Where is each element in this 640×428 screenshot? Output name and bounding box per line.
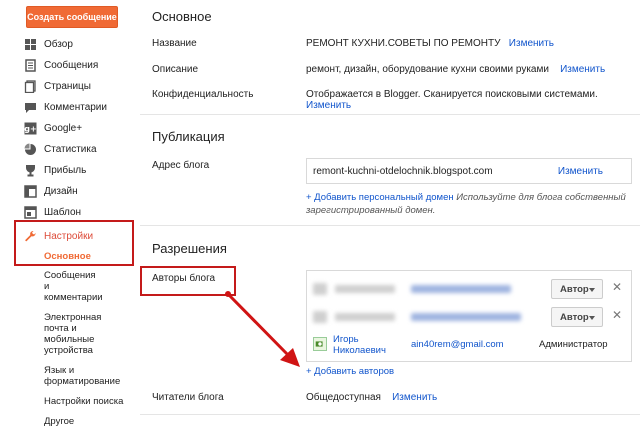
blog-readers-label: Читатели блога — [152, 392, 224, 403]
edit-description-link[interactable]: Изменить — [560, 64, 605, 75]
sidebar-item-stats[interactable]: Статистика — [0, 139, 140, 160]
posts-icon — [24, 59, 37, 72]
chevron-down-icon — [589, 316, 595, 320]
description-label: Описание — [152, 64, 199, 75]
sidebar-sub-search[interactable]: Настройки поиска — [0, 396, 140, 407]
svg-text:g+: g+ — [24, 125, 36, 134]
sidebar-item-label: Обзор — [44, 39, 73, 50]
redacted-author-name — [335, 285, 395, 293]
blog-address-value: remont-kuchni-otdelochnik.blogspot.com — [313, 165, 493, 177]
settings-highlight-box — [14, 220, 134, 266]
redacted-author-email — [411, 285, 511, 293]
sidebar-item-earnings[interactable]: Прибыль — [0, 160, 140, 181]
divider — [140, 114, 640, 115]
sidebar-item-label: Шаблон — [44, 207, 82, 218]
create-post-button[interactable]: Создать сообщение — [26, 6, 118, 28]
redacted-author-name — [335, 313, 395, 321]
section-title-publishing: Публикация — [152, 129, 225, 144]
edit-readers-link[interactable]: Изменить — [392, 392, 437, 403]
sidebar-item-posts[interactable]: Сообщения — [0, 55, 140, 76]
blog-readers-value: Общедоступная Изменить — [306, 392, 437, 403]
author-row-admin: Игорь Николаевич ain40rem@gmail.com Адми… — [307, 331, 631, 359]
admin-email: ain40rem@gmail.com — [411, 339, 504, 350]
privacy-label: Конфиденциальность — [152, 89, 254, 100]
authors-list: Автор ✕ Автор ✕ Игорь Николаевич ain40re… — [306, 270, 632, 362]
readers-text: Общедоступная — [306, 392, 381, 403]
role-label: Автор — [560, 311, 589, 323]
overview-icon — [24, 38, 37, 51]
authors-highlight-box — [140, 266, 236, 296]
comments-icon — [24, 101, 37, 114]
blog-name-label: Название — [152, 38, 197, 49]
blog-address-box: remont-kuchni-otdelochnik.blogspot.com И… — [306, 158, 632, 184]
sidebar: Создать сообщение Обзор Сообщения Страни… — [0, 0, 140, 428]
add-authors-link[interactable]: + Добавить авторов — [306, 366, 394, 377]
section-title-basic: Основное — [152, 9, 212, 24]
divider — [140, 225, 640, 226]
stats-icon — [24, 143, 37, 156]
sidebar-item-pages[interactable]: Страницы — [0, 76, 140, 97]
privacy-value: Отображается в Blogger. Сканируется поис… — [306, 89, 640, 111]
pages-icon — [24, 80, 37, 93]
sidebar-item-label: Сообщения — [44, 60, 99, 71]
sidebar-sub-other[interactable]: Другое — [0, 416, 140, 427]
author-role-dropdown[interactable]: Автор — [551, 307, 603, 327]
edit-address-link[interactable]: Изменить — [558, 166, 603, 177]
layout-icon — [24, 185, 37, 198]
privacy-text: Отображается в Blogger. Сканируется поис… — [306, 89, 598, 100]
blog-name-value: РЕМОНТ КУХНИ.СОВЕТЫ ПО РЕМОНТУ Изменить — [306, 38, 554, 49]
role-label: Автор — [560, 283, 589, 295]
admin-role: Администратор — [539, 339, 608, 350]
author-row: Автор ✕ — [307, 275, 631, 303]
blog-name-text: РЕМОНТ КУХНИ.СОВЕТЫ ПО РЕМОНТУ — [306, 38, 501, 49]
blog-address-label: Адрес блога — [152, 160, 210, 171]
sidebar-item-overview[interactable]: Обзор — [0, 34, 140, 55]
sidebar-item-label: Прибыль — [44, 165, 87, 176]
sidebar-item-google-plus[interactable]: g+ Google+ — [0, 118, 140, 139]
domain-row: + Добавить персональный домен Используйт… — [306, 191, 636, 217]
sidebar-item-layout[interactable]: Дизайн — [0, 181, 140, 202]
edit-name-link[interactable]: Изменить — [509, 38, 554, 49]
chevron-down-icon — [589, 288, 595, 292]
admin-name: Игорь Николаевич — [333, 334, 386, 356]
description-text: ремонт, дизайн, оборудование кухни своим… — [306, 64, 549, 75]
sidebar-item-label: Дизайн — [44, 186, 78, 197]
main-content: Основное Название РЕМОНТ КУХНИ.СОВЕТЫ ПО… — [140, 0, 640, 428]
sidebar-sub-language[interactable]: Язык и форматирование — [0, 365, 120, 387]
template-icon — [24, 206, 37, 219]
sidebar-item-label: Страницы — [44, 81, 91, 92]
remove-author-icon[interactable]: ✕ — [612, 280, 622, 294]
sidebar-item-label: Комментарии — [44, 102, 107, 113]
sidebar-item-label: Google+ — [44, 123, 83, 134]
divider — [140, 414, 640, 415]
remove-author-icon[interactable]: ✕ — [612, 308, 622, 322]
redacted-author-email — [411, 313, 521, 321]
earnings-icon — [24, 164, 37, 177]
author-role-dropdown[interactable]: Автор — [551, 279, 603, 299]
sidebar-item-comments[interactable]: Комментарии — [0, 97, 140, 118]
avatar — [313, 337, 327, 351]
description-value: ремонт, дизайн, оборудование кухни своим… — [306, 64, 605, 75]
avatar — [313, 283, 327, 295]
edit-privacy-link[interactable]: Изменить — [306, 100, 351, 111]
avatar — [313, 311, 327, 323]
sidebar-sub-email-mobile[interactable]: Электронная почта и мобильные устройства — [0, 312, 101, 356]
section-title-permissions: Разрешения — [152, 241, 227, 256]
google-plus-icon: g+ — [24, 122, 37, 135]
author-row: Автор ✕ — [307, 303, 631, 331]
sidebar-sub-posts-comments[interactable]: Сообщения и комментарии — [0, 270, 103, 303]
add-custom-domain-link[interactable]: + Добавить персональный домен — [306, 192, 454, 203]
sidebar-item-label: Статистика — [44, 144, 97, 155]
